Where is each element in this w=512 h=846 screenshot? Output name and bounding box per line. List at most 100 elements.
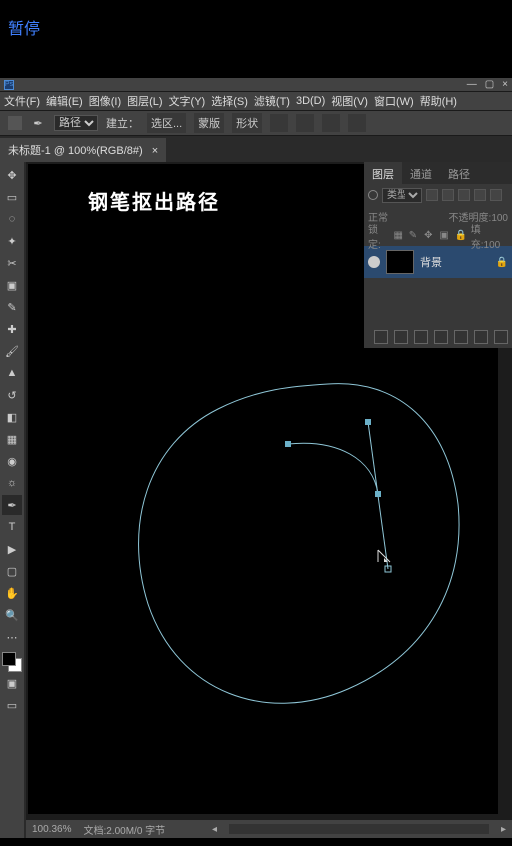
delete-layer-icon[interactable] [494, 330, 508, 344]
pen-tool[interactable]: ✒ [2, 495, 22, 515]
panels-dock: 图层 通道 路径 类型 正常 不透明度:100 锁定: ▦ ✎ [364, 162, 512, 348]
quick-select-tool[interactable]: ✦ [2, 231, 22, 251]
stamp-tool[interactable]: ▲ [2, 363, 22, 383]
menu-help[interactable]: 帮助(H) [420, 93, 457, 109]
filter-type-dropdown[interactable]: 类型 [382, 188, 422, 203]
blur-tool[interactable]: ◉ [2, 451, 22, 471]
menu-window[interactable]: 窗口(W) [374, 93, 414, 109]
path-select-tool[interactable]: ▶ [2, 539, 22, 559]
zoom-tool[interactable]: 🔍 [2, 605, 22, 625]
filter-adjust-icon[interactable] [442, 189, 454, 201]
eyedropper-tool[interactable]: ✎ [2, 297, 22, 317]
history-brush-tool[interactable]: ↺ [2, 385, 22, 405]
layer-mask-icon[interactable] [414, 330, 428, 344]
color-swatches[interactable] [2, 652, 22, 672]
lock-transparency-icon[interactable]: ▦ [393, 230, 404, 242]
lock-all-icon[interactable]: 🔒 [455, 230, 467, 242]
create-label: 建立： [106, 115, 139, 131]
options-bar: ✒ 路径 建立： 选区... 蒙版 形状 [0, 110, 512, 136]
make-mask-button[interactable]: 蒙版 [194, 113, 224, 133]
filter-smart-icon[interactable] [490, 189, 502, 201]
mode-dropdown[interactable]: 路径 [54, 115, 98, 131]
menu-layer[interactable]: 图层(L) [127, 93, 162, 109]
group-icon[interactable] [454, 330, 468, 344]
document-info[interactable]: 文档:2.00M/0 字节 [83, 822, 165, 837]
filter-shape-icon[interactable] [474, 189, 486, 201]
menu-filter[interactable]: 滤镜(T) [254, 93, 290, 109]
filter-type-icon[interactable] [458, 189, 470, 201]
lock-position-icon[interactable]: ✥ [424, 230, 435, 242]
maximize-button[interactable]: ▢ [485, 79, 494, 90]
lock-icon: 🔒 [496, 257, 508, 268]
main-area: ✥ ▭ ◌ ✦ ✂ ▣ ✎ ✚ 🖌 ▲ ↺ ◧ ▦ ◉ ☼ ✒ T ▶ ▢ ✋ … [0, 162, 512, 838]
horizontal-scrollbar[interactable] [229, 824, 489, 834]
screen-mode-toggle[interactable]: ▭ [2, 695, 22, 715]
tab-channels[interactable]: 通道 [402, 162, 440, 184]
filter-pixel-icon[interactable] [426, 189, 438, 201]
close-tab-icon[interactable]: × [152, 145, 158, 157]
toolbox: ✥ ▭ ◌ ✦ ✂ ▣ ✎ ✚ 🖌 ▲ ↺ ◧ ▦ ◉ ☼ ✒ T ▶ ▢ ✋ … [0, 162, 24, 838]
close-button[interactable]: × [502, 79, 508, 90]
gear-icon[interactable] [348, 114, 366, 132]
gradient-tool[interactable]: ▦ [2, 429, 22, 449]
layer-thumbnail[interactable] [386, 250, 414, 274]
menu-type[interactable]: 文字(Y) [169, 93, 206, 109]
layer-effects-icon[interactable] [394, 330, 408, 344]
frame-tool[interactable]: ▣ [2, 275, 22, 295]
path-arrangement-icon[interactable] [322, 114, 340, 132]
lasso-tool[interactable]: ◌ [2, 209, 22, 229]
marquee-tool[interactable]: ▭ [2, 187, 22, 207]
new-layer-icon[interactable] [474, 330, 488, 344]
layer-filter-bar: 类型 [364, 184, 512, 206]
layer-panel-footer [364, 326, 512, 348]
window-controls: — ▢ × [467, 79, 508, 90]
path-operations-icon[interactable] [270, 114, 288, 132]
shape-tool[interactable]: ▢ [2, 561, 22, 581]
menu-file[interactable]: 文件(F) [4, 93, 40, 109]
crop-tool[interactable]: ✂ [2, 253, 22, 273]
scrollbar-right-icon[interactable]: ▸ [501, 824, 506, 835]
edit-toolbar[interactable]: ⋯ [2, 627, 22, 647]
menu-view[interactable]: 视图(V) [331, 93, 368, 109]
quick-mask-toggle[interactable]: ▣ [2, 673, 22, 693]
adjustment-layer-icon[interactable] [434, 330, 448, 344]
make-selection-button[interactable]: 选区... [147, 113, 186, 133]
menu-edit[interactable]: 编辑(E) [46, 93, 83, 109]
brush-tool[interactable]: 🖌 [2, 341, 22, 361]
lock-paint-icon[interactable]: ✎ [409, 230, 420, 242]
menu-select[interactable]: 选择(S) [211, 93, 248, 109]
pen-tool-icon[interactable]: ✒ [30, 115, 46, 131]
type-tool[interactable]: T [2, 517, 22, 537]
menu-bar: 文件(F) 编辑(E) 图像(I) 图层(L) 文字(Y) 选择(S) 滤镜(T… [0, 92, 512, 110]
document-tab[interactable]: 未标题-1 @ 100%(RGB/8#) × [0, 138, 166, 162]
path-alignment-icon[interactable] [296, 114, 314, 132]
zoom-level[interactable]: 100.36% [32, 824, 71, 835]
move-tool[interactable]: ✥ [2, 165, 22, 185]
app-logo: Ps [4, 80, 14, 90]
fill-control[interactable]: 填充:100 [471, 221, 508, 251]
layer-name[interactable]: 背景 [420, 254, 490, 270]
lock-label: 锁定: [368, 221, 389, 251]
photoshop-window: Ps — ▢ × 文件(F) 编辑(E) 图像(I) 图层(L) 文字(Y) 选… [0, 78, 512, 838]
link-layers-icon[interactable] [374, 330, 388, 344]
home-icon[interactable] [8, 116, 22, 130]
healing-tool[interactable]: ✚ [2, 319, 22, 339]
hand-tool[interactable]: ✋ [2, 583, 22, 603]
panel-tabs: 图层 通道 路径 [364, 162, 512, 184]
minimize-button[interactable]: — [467, 79, 477, 90]
layer-lock-row: 锁定: ▦ ✎ ✥ ▣ 🔒 填充:100 [364, 226, 512, 246]
status-bar: 100.36% 文档:2.00M/0 字节 ◂ ▸ [26, 820, 512, 838]
tab-paths[interactable]: 路径 [440, 162, 478, 184]
scrollbar-left-icon[interactable]: ◂ [212, 824, 217, 835]
make-shape-button[interactable]: 形状 [232, 113, 262, 133]
dodge-tool[interactable]: ☼ [2, 473, 22, 493]
visibility-toggle-icon[interactable] [368, 256, 380, 268]
menu-3d[interactable]: 3D(D) [296, 95, 325, 107]
tab-layers[interactable]: 图层 [364, 162, 402, 184]
lock-artboard-icon[interactable]: ▣ [439, 230, 450, 242]
eraser-tool[interactable]: ◧ [2, 407, 22, 427]
search-icon[interactable] [368, 190, 378, 200]
menu-image[interactable]: 图像(I) [89, 93, 121, 109]
foreground-color[interactable] [2, 652, 16, 666]
title-bar: Ps — ▢ × [0, 78, 512, 92]
